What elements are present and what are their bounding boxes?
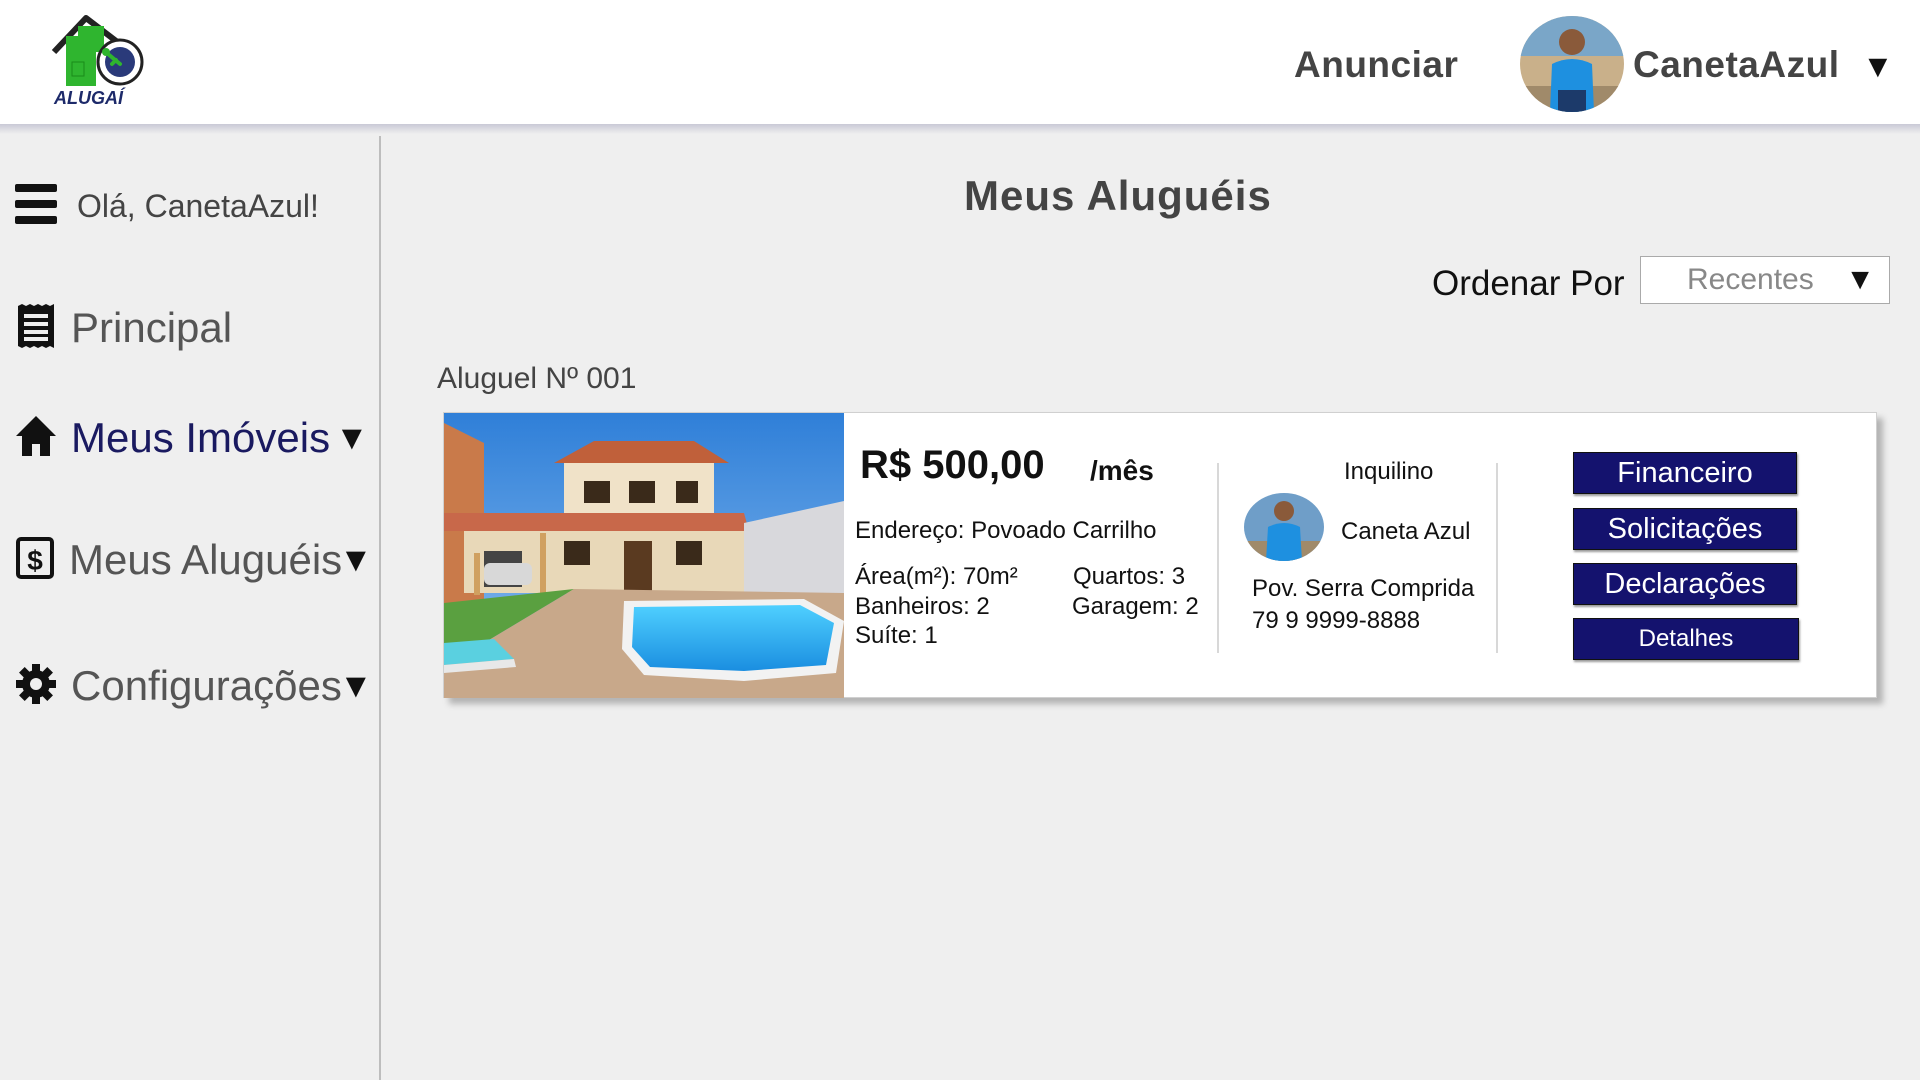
card-divider xyxy=(1496,463,1498,653)
property-area: Área(m²): 70m² xyxy=(855,563,1018,590)
property-address: Endereço: Povoado Carrilho xyxy=(855,517,1157,544)
sidebar-item-label: Configurações xyxy=(71,662,342,709)
sort-selected-value: Recentes xyxy=(1687,263,1814,296)
declaracoes-button[interactable]: Declarações xyxy=(1573,563,1797,605)
property-photo[interactable] xyxy=(444,413,844,698)
receipt-icon xyxy=(15,303,57,353)
solicitacoes-button[interactable]: Solicitações xyxy=(1573,508,1797,550)
sidebar-item-label: Meus Imóveis xyxy=(71,414,331,461)
property-garage: Garagem: 2 xyxy=(1072,593,1199,620)
page-title: Meus Aluguéis xyxy=(964,172,1272,219)
sidebar-greeting: Olá, CanetaAzul! xyxy=(15,180,319,232)
tenant-phone: 79 9 9999-8888 xyxy=(1252,607,1421,634)
card-divider xyxy=(1217,463,1219,653)
sidebar-item-meus-imoveis[interactable]: Meus Imóveis ▼ xyxy=(15,408,369,468)
gear-icon xyxy=(15,662,57,711)
tenant-name: Caneta Azul xyxy=(1341,518,1471,545)
user-name[interactable]: CanetaAzul xyxy=(1633,44,1839,86)
chevron-down-icon: ▼ xyxy=(339,666,373,705)
property-bedrooms: Quartos: 3 xyxy=(1073,563,1186,590)
rental-card: R$ 500,00 /mês Endereço: Povoado Carrilh… xyxy=(443,412,1877,698)
dollar-document-icon: $ xyxy=(15,536,55,585)
rent-period: /mês xyxy=(1090,455,1154,486)
sidebar-item-meus-alugueis[interactable]: $ Meus Aluguéis ▼ xyxy=(15,530,373,590)
greeting-text: Olá, CanetaAzul! xyxy=(77,187,319,224)
chevron-down-icon: ▼ xyxy=(335,418,369,457)
sort-label: Ordenar Por xyxy=(1432,264,1625,303)
chevron-down-icon: ▼ xyxy=(339,540,373,579)
header-shadow xyxy=(0,124,1920,134)
svg-text:$: $ xyxy=(27,545,43,576)
property-suite: Suíte: 1 xyxy=(855,622,938,649)
tenant-heading: Inquilino xyxy=(1344,458,1434,485)
sidebar-divider xyxy=(379,136,381,1080)
hamburger-menu-icon[interactable] xyxy=(15,183,57,229)
property-bathrooms: Banheiros: 2 xyxy=(855,593,990,620)
user-avatar[interactable] xyxy=(1520,16,1624,112)
detalhes-button[interactable]: Detalhes xyxy=(1573,618,1799,660)
tenant-avatar[interactable] xyxy=(1244,493,1324,561)
alugai-logo[interactable]: ALUGAÍ xyxy=(50,12,150,108)
sidebar-item-label: Principal xyxy=(71,304,233,351)
svg-text:ALUGAÍ: ALUGAÍ xyxy=(53,87,126,108)
top-header: ALUGAÍ Anunciar CanetaAzul ▼ xyxy=(0,0,1920,124)
sort-select[interactable]: Recentes ▼ xyxy=(1640,256,1890,304)
financeiro-button[interactable]: Financeiro xyxy=(1573,452,1797,494)
home-icon xyxy=(15,414,57,463)
anunciar-link[interactable]: Anunciar xyxy=(1294,44,1458,86)
tenant-address: Pov. Serra Comprida xyxy=(1252,575,1475,602)
chevron-down-icon: ▼ xyxy=(1845,263,1875,296)
sidebar-item-principal[interactable]: Principal xyxy=(15,298,232,358)
user-menu-caret-icon[interactable]: ▼ xyxy=(1862,48,1894,85)
sidebar-item-label: Meus Aluguéis xyxy=(69,536,343,583)
sidebar-item-configuracoes[interactable]: Configurações ▼ xyxy=(15,656,373,716)
rent-price: R$ 500,00 xyxy=(860,443,1045,487)
rental-number: Aluguel Nº 001 xyxy=(437,362,637,395)
